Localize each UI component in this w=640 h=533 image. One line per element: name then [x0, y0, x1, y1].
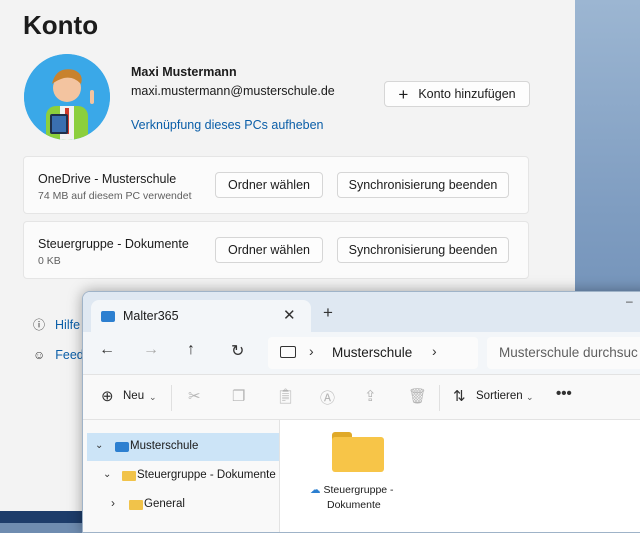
folder-icon: [332, 432, 384, 472]
refresh-icon[interactable]: ↻: [231, 341, 244, 361]
back-arrow-icon[interactable]: ←: [99, 341, 115, 359]
paste-icon[interactable]: 📋︎: [276, 387, 295, 405]
cut-icon[interactable]: ✂: [188, 387, 201, 405]
sort-button[interactable]: Sortieren: [476, 390, 523, 402]
new-button[interactable]: Neu: [123, 390, 144, 402]
account-name: Steuergruppe - Dokumente: [38, 237, 189, 251]
folder-name: ☁ Steuergruppe -: [310, 484, 394, 496]
choose-folder-button[interactable]: Ordner wählen: [215, 237, 323, 263]
cloud-folder-icon: [115, 442, 129, 452]
account-card-onedrive: OneDrive - Musterschule 74 MB auf diesem…: [23, 156, 529, 214]
user-name: Maxi Mustermann: [131, 65, 237, 79]
folder-name-line2: Dokumente: [327, 499, 381, 511]
address-bar[interactable]: › Musterschule ›: [268, 337, 478, 369]
avatar: [24, 54, 110, 140]
delete-icon[interactable]: 🗑︎: [408, 387, 427, 405]
file-explorer-window: Malter365 ✕ + – ← → ↑ ↻ › Musterschule ›…: [82, 291, 640, 533]
chevron-down-icon[interactable]: ⌄: [149, 392, 157, 403]
help-icon: ⓘ: [33, 318, 46, 332]
file-list: ☁ Steuergruppe - Dokumente: [280, 420, 640, 532]
stop-sync-button[interactable]: Synchronisierung beenden: [337, 172, 509, 198]
stop-sync-button[interactable]: Synchronisierung beenden: [337, 237, 509, 263]
chevron-right-icon[interactable]: ›: [111, 496, 115, 510]
toolbar-divider: [171, 385, 172, 411]
new-tab-button[interactable]: +: [323, 303, 333, 323]
user-email: maxi.mustermann@musterschule.de: [131, 84, 335, 98]
tab-bar: Malter365 ✕ + –: [83, 292, 640, 332]
tab-title: Malter365: [123, 309, 179, 323]
feedback-icon: ☺: [33, 348, 46, 362]
copy-icon[interactable]: ❐: [232, 387, 245, 405]
help-link[interactable]: ⓘ Hilfe: [33, 316, 80, 333]
tree-item-general[interactable]: › General: [87, 491, 279, 519]
close-icon[interactable]: ✕: [283, 306, 296, 324]
search-input[interactable]: Musterschule durchsuc: [487, 337, 640, 369]
navigation-bar: ← → ↑ ↻ › Musterschule › Musterschule du…: [83, 332, 640, 374]
account-card-steuergruppe: Steuergruppe - Dokumente 0 KB Ordner wäh…: [23, 221, 529, 279]
add-account-button[interactable]: + Konto hinzufügen: [384, 81, 530, 107]
share-icon[interactable]: ⇪: [364, 387, 377, 405]
chevron-down-icon[interactable]: ⌄: [526, 392, 534, 403]
account-usage: 74 MB auf diesem PC verwendet: [38, 190, 192, 202]
account-name: OneDrive - Musterschule: [38, 172, 177, 186]
tree-item-steuergruppe[interactable]: ⌄ Steuergruppe - Dokumente: [87, 462, 279, 490]
folder-icon: [129, 500, 143, 510]
tab-malter365[interactable]: Malter365 ✕: [91, 300, 311, 332]
tree-item-label: General: [144, 498, 185, 510]
chevron-right-icon[interactable]: ›: [432, 343, 437, 359]
monitor-icon: [280, 346, 296, 358]
up-arrow-icon[interactable]: ↑: [187, 341, 195, 359]
sort-icon[interactable]: ⇅: [453, 387, 466, 405]
tree-item-musterschule[interactable]: ⌄ Musterschule: [87, 433, 279, 461]
add-account-label: Konto hinzufügen: [418, 87, 516, 101]
tree-item-label: Musterschule: [130, 440, 199, 452]
tree-item-label: Steuergruppe - Dokumente: [137, 469, 276, 481]
cloud-status-icon: ☁: [310, 484, 321, 496]
feedback-link[interactable]: ☺ Feed: [33, 348, 84, 362]
forward-arrow-icon[interactable]: →: [143, 341, 159, 359]
feedback-label: Feed: [55, 348, 84, 362]
page-title: Konto: [23, 10, 99, 40]
taskbar: [0, 511, 82, 523]
search-placeholder: Musterschule durchsuc: [499, 345, 638, 360]
chevron-right-icon: ›: [309, 343, 314, 359]
account-usage: 0 KB: [38, 255, 61, 267]
toolbar-divider: [439, 385, 440, 411]
navigation-pane: ⌄ Musterschule ⌄ Steuergruppe - Dokument…: [83, 420, 280, 532]
help-label: Hilfe: [55, 317, 81, 332]
choose-folder-button[interactable]: Ordner wählen: [215, 172, 323, 198]
chevron-down-icon[interactable]: ⌄: [103, 469, 111, 480]
command-bar: ⊕ Neu ⌄ ✂ ❐ 📋︎ Ⓐ ⇪ 🗑︎ ⇅ Sortieren ⌄ •••: [83, 374, 640, 420]
more-options-icon[interactable]: •••: [556, 385, 572, 402]
rename-icon[interactable]: Ⓐ: [320, 387, 335, 408]
minimize-icon[interactable]: –: [626, 294, 633, 308]
new-plus-icon[interactable]: ⊕: [101, 387, 114, 405]
unlink-pc-link[interactable]: Verknüpfung dieses PCs aufheben: [131, 118, 324, 132]
plus-icon: +: [398, 84, 409, 104]
breadcrumb[interactable]: Musterschule: [332, 345, 412, 360]
cloud-folder-icon: [101, 311, 115, 322]
folder-icon: [122, 471, 136, 481]
chevron-down-icon[interactable]: ⌄: [95, 440, 103, 451]
